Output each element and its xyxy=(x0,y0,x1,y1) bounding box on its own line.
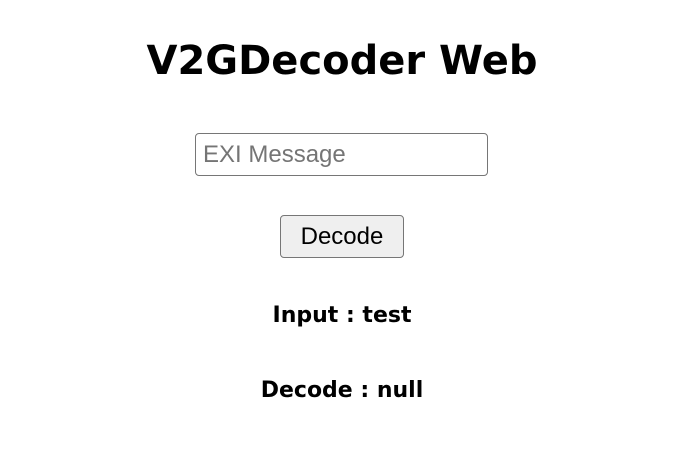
decode-result-label: Decode xyxy=(260,378,353,403)
decode-result: Decode : null xyxy=(0,376,684,406)
exi-message-input[interactable] xyxy=(195,133,488,176)
input-result-value: test xyxy=(362,303,412,328)
input-result-label: Input xyxy=(272,303,339,328)
input-result: Input : test xyxy=(0,301,684,331)
decode-button[interactable]: Decode xyxy=(280,215,404,258)
decode-result-value: null xyxy=(376,378,424,403)
input-result-separator: : xyxy=(338,303,363,328)
page-title: V2GDecoder Web xyxy=(146,38,538,84)
decode-result-separator: : xyxy=(352,378,377,403)
